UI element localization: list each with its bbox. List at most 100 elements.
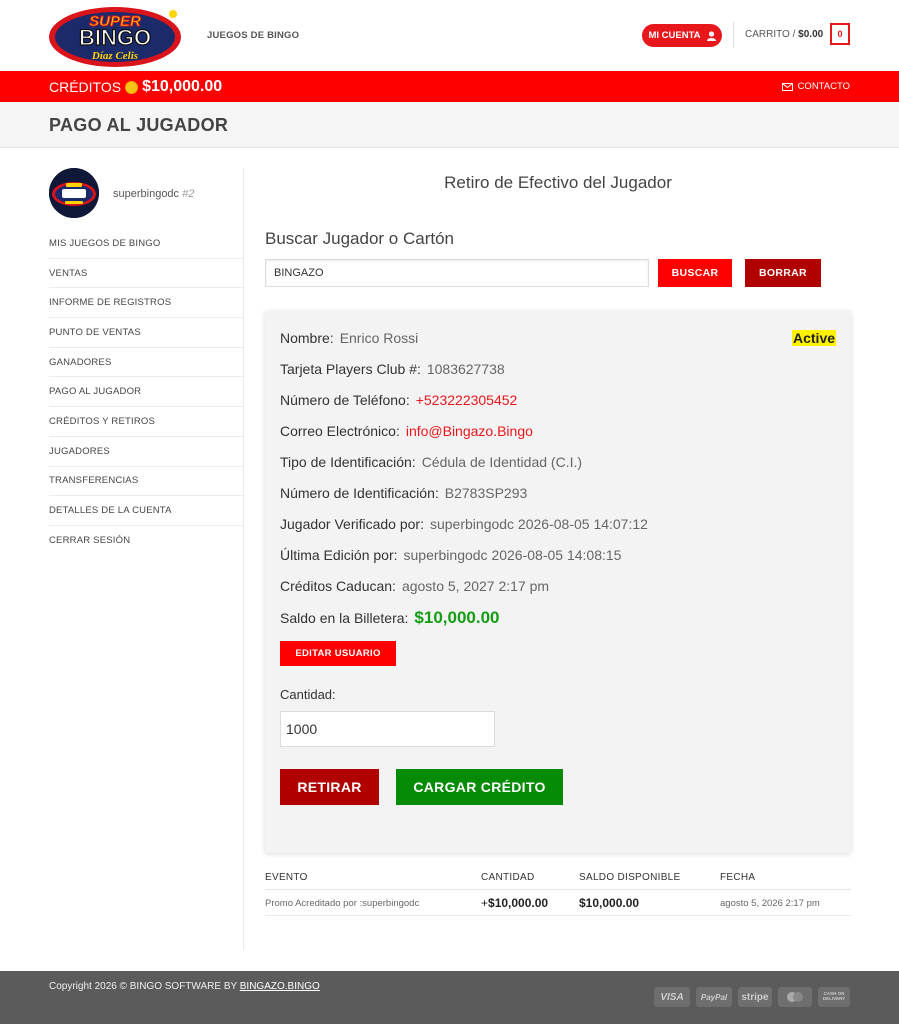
search-heading: Buscar Jugador o Cartón <box>265 229 454 248</box>
field-credits-expire: Créditos Caducan: agosto 5, 2027 2:17 pm <box>280 578 549 594</box>
avatar[interactable] <box>49 168 99 218</box>
username-text: superbingodc <box>113 188 180 200</box>
page-title-band: PAGO AL JUGADOR <box>0 102 899 148</box>
cart-link[interactable]: CARRITO / $0.00 <box>745 29 823 40</box>
nav-bingo-games[interactable]: JUEGOS DE BINGO <box>207 30 299 41</box>
menu-item-player-payment[interactable]: PAGO AL JUGADOR <box>49 377 243 408</box>
field-credits-expire-label: Créditos Caducan: <box>280 578 396 594</box>
field-credits-expire-value: agosto 5, 2027 2:17 pm <box>401 578 550 594</box>
header-divider <box>733 22 734 48</box>
field-email-label: Correo Electrónico: <box>280 423 400 439</box>
row-amount: +$10,000.00 <box>481 896 548 910</box>
credits-label: CRÉDITOS <box>49 79 122 95</box>
field-id-number: Número de Identificación: B2783SP293 <box>280 485 527 501</box>
credits-bar: CRÉDITOS $10,000.00 CONTACTO <box>0 71 899 102</box>
coin-icon <box>125 80 139 94</box>
payment-icons: VISA PayPal stripe CASH ON DELIVERY <box>654 987 850 1007</box>
cart-count-badge[interactable]: 0 <box>830 23 850 45</box>
credits-amount: $10,000.00 <box>142 78 223 95</box>
field-verified-by: Jugador Verificado por: superbingodc 2026… <box>280 516 648 532</box>
logo-text-subtitle: Díaz Celis <box>91 50 138 62</box>
row-event: Promo Acreditado por :superbingodc <box>265 898 420 909</box>
menu-item-records-report[interactable]: INFORME DE REGISTROS <box>49 288 243 319</box>
cash-on-delivery-icon: CASH ON DELIVERY <box>818 987 850 1007</box>
field-id-number-label: Número de Identificación: <box>280 485 439 501</box>
field-phone: Número de Teléfono: +523222305452 <box>280 392 517 408</box>
field-phone-label: Número de Teléfono: <box>280 392 410 408</box>
field-last-edit-label: Última Edición por: <box>280 547 398 563</box>
menu-item-transfers[interactable]: TRANSFERENCIAS <box>49 467 243 497</box>
account-menu: MIS JUEGOS DE BINGO VENTAS INFORME DE RE… <box>49 229 243 556</box>
my-account-button[interactable]: MI CUENTA <box>642 24 722 47</box>
field-verified-by-label: Jugador Verificado por: <box>280 516 424 532</box>
main-heading: Retiro de Efectivo del Jugador <box>444 173 672 192</box>
site-footer: Copyright 2026 © BINGO SOFTWARE BY BINGA… <box>0 971 899 1024</box>
col-header-balance: SALDO DISPONIBLE <box>579 872 681 883</box>
field-wallet-balance: Saldo en la Billetera: $10,000.00 <box>280 608 500 628</box>
field-id-type-value: Cédula de Identidad (C.I.) <box>421 454 583 470</box>
field-id-type-label: Tipo de Identificación: <box>280 454 416 470</box>
menu-item-sales[interactable]: VENTAS <box>49 259 243 289</box>
logo-text-bingo: BINGO <box>79 25 151 50</box>
clear-button[interactable]: BORRAR <box>745 259 821 287</box>
credits-display: CRÉDITOS $10,000.00 <box>49 78 222 96</box>
site-header: SUPER BINGO Díaz Celis JUEGOS DE BINGO M… <box>0 0 899 71</box>
menu-item-players[interactable]: JUGADORES <box>49 437 243 467</box>
site-logo[interactable]: SUPER BINGO Díaz Celis <box>49 4 185 68</box>
field-players-club-label: Tarjeta Players Club #: <box>280 361 421 377</box>
load-credit-button[interactable]: CARGAR CRÉDITO <box>396 769 563 805</box>
row-date: agosto 5, 2026 2:17 pm <box>720 898 820 909</box>
row-balance-value: $10,000.00 <box>579 896 640 910</box>
envelope-icon <box>781 82 793 91</box>
status-badge: Active <box>792 330 837 346</box>
field-verified-by-value: superbingodc 2026-08-05 14:07:12 <box>429 516 648 532</box>
contact-label: CONTACTO <box>797 81 850 92</box>
menu-item-bingo-games[interactable]: MIS JUEGOS DE BINGO <box>49 229 243 259</box>
copyright-text: Copyright 2026 © BINGO SOFTWARE BY BINGA… <box>49 981 320 992</box>
my-account-label: MI CUENTA <box>648 30 701 41</box>
paypal-icon: PayPal <box>696 987 732 1007</box>
edit-user-button[interactable]: EDITAR USUARIO <box>280 641 396 666</box>
field-last-edit-value: superbingodc 2026-08-05 14:08:15 <box>403 547 622 563</box>
amount-label: Cantidad: <box>280 687 336 702</box>
col-header-amount: CANTIDAD <box>481 872 535 883</box>
field-name-value: Enrico Rossi <box>339 330 419 346</box>
row-balance: $10,000.00 <box>579 896 639 910</box>
email-link[interactable]: info@Bingazo.Bingo <box>406 423 533 439</box>
stripe-icon: stripe <box>738 987 772 1007</box>
table-row-divider <box>265 915 851 916</box>
field-email: Correo Electrónico: info@Bingazo.Bingo <box>280 423 533 439</box>
menu-item-winners[interactable]: GANADORES <box>49 348 243 378</box>
col-header-date: FECHA <box>720 872 756 883</box>
field-name: Nombre: Enrico Rossi <box>280 330 418 346</box>
mastercard-icon <box>778 987 812 1007</box>
menu-item-logout[interactable]: CERRAR SESIÓN <box>49 526 243 556</box>
copyright-label: Copyright 2026 © BINGO SOFTWARE BY <box>49 981 237 992</box>
field-id-number-value: B2783SP293 <box>444 485 528 501</box>
table-header-divider <box>265 889 851 890</box>
field-id-type: Tipo de Identificación: Cédula de Identid… <box>280 454 582 470</box>
phone-link[interactable]: +523222305452 <box>416 392 518 408</box>
copyright-link[interactable]: BINGAZO.BINGO <box>240 981 320 992</box>
cart-total: $0.00 <box>798 29 824 40</box>
contact-link[interactable]: CONTACTO <box>781 81 850 92</box>
user-number: #2 <box>182 188 195 200</box>
sidebar-divider <box>243 168 244 950</box>
col-header-event: EVENTO <box>265 872 308 883</box>
field-last-edit: Última Edición por: superbingodc 2026-08-… <box>280 547 621 563</box>
amount-input[interactable]: 1000 <box>280 711 495 747</box>
field-players-club: Tarjeta Players Club #: 1083627738 <box>280 361 505 377</box>
menu-item-account-details[interactable]: DETALLES DE LA CUENTA <box>49 496 243 526</box>
search-input[interactable]: BINGAZO <box>265 259 649 287</box>
menu-item-credits-withdrawals[interactable]: CRÉDITOS Y RETIROS <box>49 407 243 437</box>
search-button[interactable]: BUSCAR <box>658 259 732 287</box>
user-profile: superbingodc #2 <box>49 168 243 220</box>
row-amount-value: $10,000.00 <box>488 896 549 910</box>
withdraw-button[interactable]: RETIRAR <box>280 769 379 805</box>
profile-username: superbingodc #2 <box>113 188 194 200</box>
visa-icon: VISA <box>654 987 690 1007</box>
page-title: PAGO AL JUGADOR <box>49 115 229 135</box>
field-name-label: Nombre: <box>280 330 334 346</box>
field-players-club-value: 1083627738 <box>426 361 505 377</box>
menu-item-point-of-sale[interactable]: PUNTO DE VENTAS <box>49 318 243 348</box>
